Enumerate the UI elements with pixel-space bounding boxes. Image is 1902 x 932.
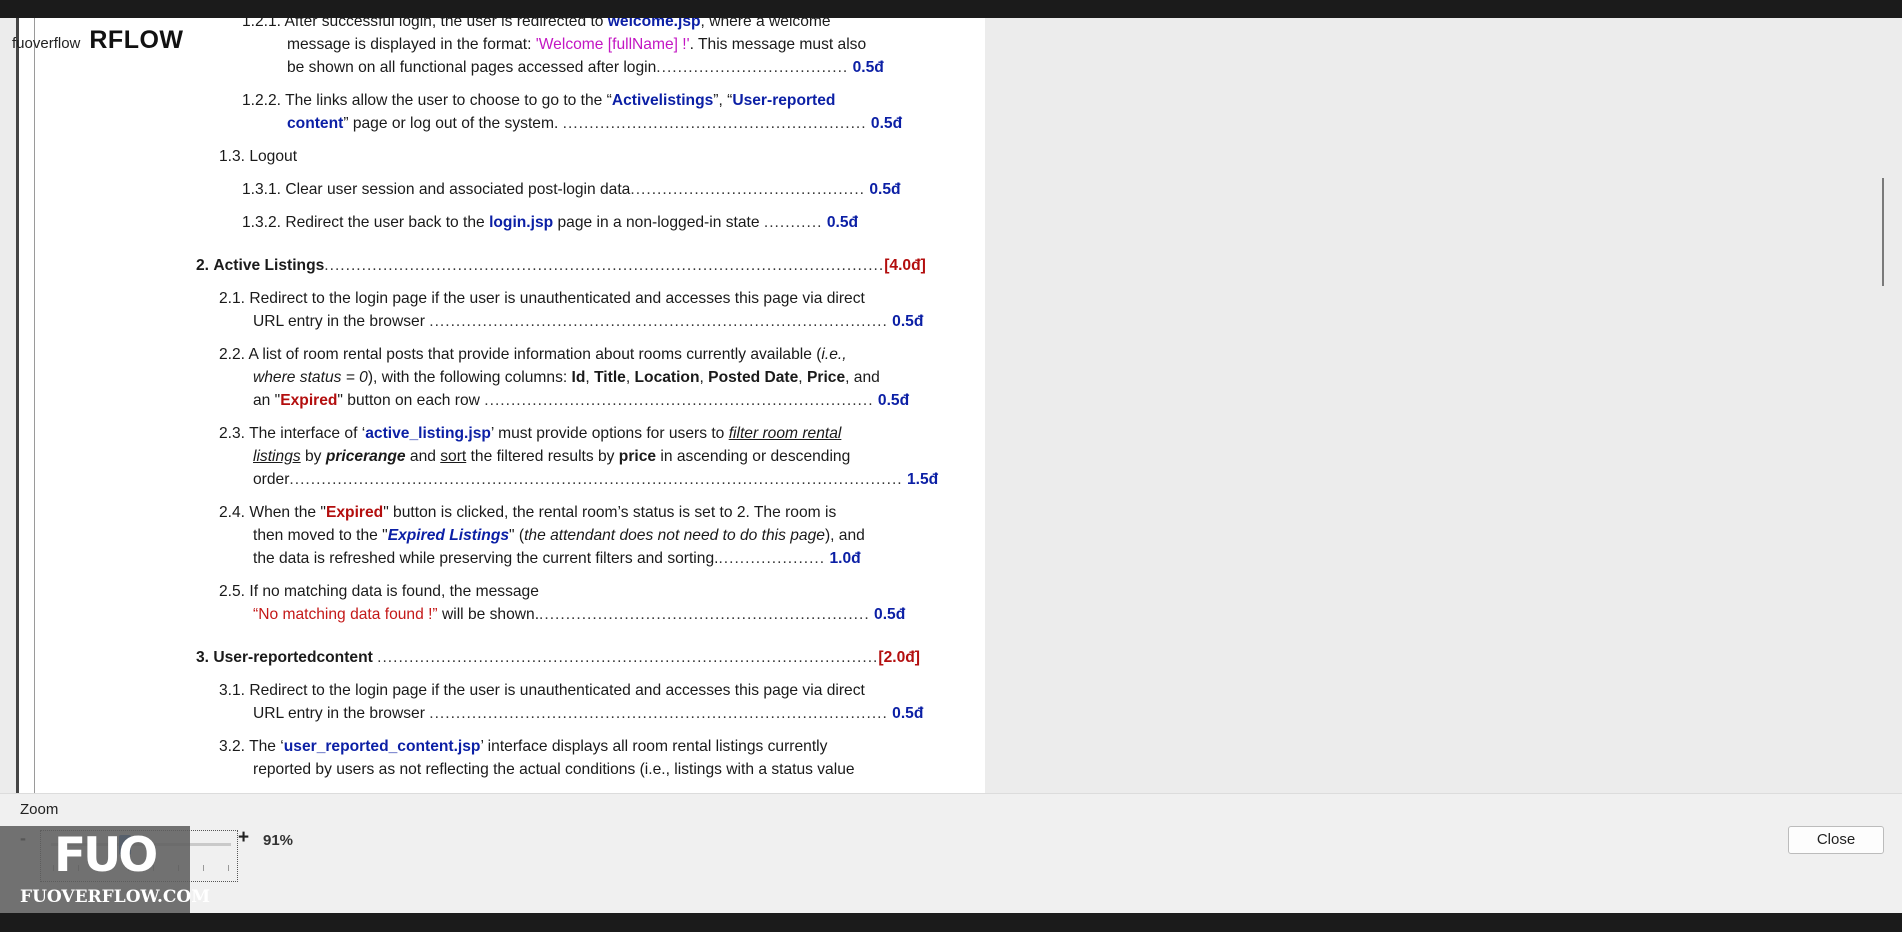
line-2-1-score: URL entry in the browser ...............… bbox=[253, 313, 924, 330]
line-2-3: 2.3. The interface of ‘active_listing.js… bbox=[219, 425, 842, 442]
logo-text: FUOVERFLOW.COM bbox=[20, 887, 211, 907]
line-1-2-1-score: be shown on all functional pages accesse… bbox=[287, 59, 884, 76]
brand-big-text: RFLOW bbox=[89, 26, 184, 54]
line-2-5-score: “No matching data found !” will be shown… bbox=[253, 606, 906, 623]
line-3-2: 3.2. The ‘user_reported_content.jsp’ int… bbox=[219, 738, 828, 755]
section-2-heading: 2. Active Listings......................… bbox=[196, 257, 926, 274]
logo-mark: FUO bbox=[54, 828, 158, 883]
line-2-4-score: the data is refreshed while preserving t… bbox=[253, 550, 861, 567]
fuoverflow-watermark-logo: FUO FUOVERFLOW.COM bbox=[0, 826, 210, 913]
line-3-1-score: URL entry in the browser ...............… bbox=[253, 705, 924, 722]
zoom-panel: Zoom - + 91% Close bbox=[0, 793, 1902, 914]
section-3-heading: 3. User-reportedcontent ................… bbox=[196, 649, 920, 666]
site-brand: fuoverflow RFLOW bbox=[12, 26, 184, 55]
line-2-3-score: order...................................… bbox=[253, 471, 939, 488]
line-2-4-cont: then moved to the "Expired Listings" (th… bbox=[253, 527, 865, 544]
vertical-scrollbar[interactable] bbox=[1882, 178, 1884, 286]
page-inner-border bbox=[34, 18, 35, 793]
line-3-2-cont: reported by users as not reflecting the … bbox=[253, 761, 855, 778]
line-2-4: 2.4. When the "Expired" button is clicke… bbox=[219, 504, 837, 521]
line-1-3-1: 1.3.1. Clear user session and associated… bbox=[242, 181, 901, 198]
document-viewer: fuoverflow RFLOW 1.2.1. After successful… bbox=[0, 18, 1902, 793]
line-2-2-cont: where status = 0), with the following co… bbox=[253, 369, 880, 386]
top-window-bar bbox=[0, 0, 1902, 18]
brand-small-text: fuoverflow bbox=[12, 35, 81, 52]
document-page: 1.2.1. After successful login, the user … bbox=[16, 18, 985, 793]
bottom-window-bar bbox=[0, 913, 1902, 932]
zoom-percentage: 91% bbox=[263, 832, 294, 849]
line-2-2-score: an "Expired" button on each row ........… bbox=[253, 392, 910, 409]
heading-1-3-logout: 1.3. Logout bbox=[219, 148, 298, 165]
line-3-1: 3.1. Redirect to the login page if the u… bbox=[219, 682, 865, 699]
line-2-1: 2.1. Redirect to the login page if the u… bbox=[219, 290, 865, 307]
line-1-2-2: 1.2.2. The links allow the user to choos… bbox=[242, 92, 836, 109]
zoom-label: Zoom bbox=[20, 801, 59, 818]
line-1-2-2-score: content” page or log out of the system. … bbox=[287, 115, 903, 132]
line-1-3-2: 1.3.2. Redirect the user back to the log… bbox=[242, 214, 859, 231]
line-2-2: 2.2. A list of room rental posts that pr… bbox=[219, 346, 847, 363]
line-1-2-1: 1.2.1. After successful login, the user … bbox=[242, 18, 831, 30]
zoom-in-button[interactable]: + bbox=[238, 827, 249, 849]
line-1-2-1-cont: message is displayed in the format: 'Wel… bbox=[287, 36, 867, 53]
line-2-3-cont: listings by pricerange and sort the filt… bbox=[253, 448, 851, 465]
close-button[interactable]: Close bbox=[1788, 826, 1884, 854]
line-2-5: 2.5. If no matching data is found, the m… bbox=[219, 583, 539, 600]
